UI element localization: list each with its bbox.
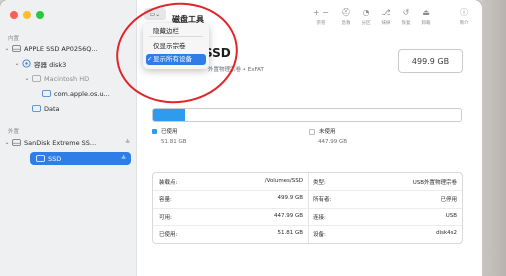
zoom-window-button[interactable] (36, 11, 44, 19)
table-row: 装载点: /Volumes/SSD 类型: USB外置物理宗卷 (153, 173, 462, 190)
sidebar-item-label: 容器 disk3 (34, 60, 67, 69)
drive-icon (11, 139, 21, 147)
legend-used-label: 已使用 (161, 129, 178, 135)
sidebar-item-macintosh-hd[interactable]: ⌄ Macintosh HD (0, 72, 160, 85)
toolbar-button-label: 简介 (459, 21, 469, 26)
info-table: 装载点: /Volumes/SSD 类型: USB外置物理宗卷 容量: 499.… (152, 172, 463, 244)
info-icon: ⓘ (460, 8, 468, 17)
sidebar-item-container-disk3[interactable]: ⌄ 容器 disk3 (0, 57, 150, 70)
menu-item-show-only-volumes[interactable]: 仅显示宗卷 (146, 41, 206, 52)
table-row: 已使用: 51.81 GB 设备: disk4s2 (153, 225, 462, 242)
disk-utility-window: 内置 ⌄ APPLE SSD AP0256Q... ⌄ 容器 disk3 ⌄ M… (0, 0, 482, 276)
chevron-down-icon[interactable]: ⌄ (24, 75, 30, 82)
info-value: 499.9 GB (277, 195, 303, 201)
info-value: USB外置物理宗卷 (412, 180, 457, 186)
sidebar-item-data[interactable]: Data (0, 102, 166, 115)
partition-button[interactable]: ◔ 分区 (356, 8, 376, 26)
sidebar-item-ssd[interactable]: SSD ≜ (30, 152, 131, 165)
toolbar-button-label: 恢复 (401, 21, 411, 26)
view-options-button[interactable]: ▭⌄ (144, 8, 166, 20)
add-remove-icon: + − (313, 8, 329, 17)
sidebar-toggle-icon: ▭⌄ (149, 10, 161, 18)
volume-icon (41, 90, 51, 98)
sidebar-item-label: APPLE SSD AP0256Q... (24, 44, 98, 53)
info-value: 已停用 (440, 197, 457, 203)
window-controls (10, 11, 44, 19)
desktop-background (482, 0, 506, 276)
volume-icon (35, 155, 45, 163)
toolbar-button-label: 抹掉 (381, 21, 391, 26)
legend-free-value: 447.99 GB (318, 139, 348, 145)
legend-used-value: 51.81 GB (161, 139, 187, 145)
sidebar: 内置 ⌄ APPLE SSD AP0256Q... ⌄ 容器 disk3 ⌄ M… (0, 0, 137, 276)
toolbar-button-label: 卸载 (421, 21, 431, 26)
sidebar-item-label: com.apple.os.u... (54, 89, 110, 98)
info-value: /Volumes/SSD (264, 178, 303, 184)
chevron-down-icon[interactable]: ⌄ (4, 139, 10, 146)
restore-button[interactable]: ↺ 恢复 (396, 8, 416, 26)
usage-bar-used (153, 109, 186, 121)
first-aid-button[interactable]: ⛑ 急救 (336, 8, 356, 26)
unmount-icon: ⏏ (422, 8, 430, 17)
minimize-window-button[interactable] (23, 11, 31, 19)
volume-button[interactable]: + − 宗卷 (311, 8, 331, 26)
info-value: 447.99 GB (273, 213, 303, 219)
info-value: USB (445, 213, 457, 219)
chevron-down-icon[interactable]: ⌄ (4, 45, 10, 52)
close-window-button[interactable] (10, 11, 18, 19)
volume-subtitle: 外置物理宗卷 • ExFAT (208, 67, 264, 73)
first-aid-icon: ⛑ (340, 8, 352, 17)
sidebar-section-internal: 内置 (8, 36, 20, 42)
used-swatch (152, 129, 157, 134)
toolbar-button-label: 急救 (341, 21, 351, 26)
checkmark-icon: ✓ (147, 55, 153, 63)
eject-icon[interactable]: ≜ (125, 139, 130, 146)
volume-capacity: 499.9 GB (398, 49, 463, 73)
sidebar-section-external: 外置 (8, 129, 20, 135)
volume-icon (31, 105, 41, 113)
table-row: 容量: 499.9 GB 所有者: 已停用 (153, 190, 462, 207)
legend-free: 未使用 447.99 GB (309, 127, 347, 145)
table-row: 可用: 447.99 GB 连接: USB (153, 208, 462, 225)
free-swatch (309, 128, 315, 135)
info-value: 51.81 GB (277, 230, 303, 236)
partition-icon: ◔ (362, 8, 370, 17)
toolbar-button-label: 分区 (361, 21, 371, 26)
menu-item-label: 显示所有设备 (153, 55, 192, 63)
sidebar-item-apple-ssd[interactable]: ⌄ APPLE SSD AP0256Q... (0, 42, 140, 55)
restore-icon: ↺ (402, 8, 410, 17)
info-button[interactable]: ⓘ 简介 (454, 8, 474, 26)
erase-button[interactable]: ⎇ 抹掉 (376, 8, 396, 26)
chevron-down-icon[interactable]: ⌄ (14, 60, 20, 67)
unmount-button[interactable]: ⏏ 卸载 (416, 8, 436, 26)
eject-icon[interactable]: ≜ (121, 155, 126, 162)
sidebar-item-label: SSD (48, 154, 62, 163)
container-icon (21, 59, 31, 68)
menu-item-show-all-devices[interactable]: ✓ 显示所有设备 (146, 54, 206, 65)
legend-free-label: 未使用 (319, 129, 336, 135)
drive-icon (11, 45, 21, 53)
toolbar-button-label: 宗卷 (316, 21, 326, 26)
volume-icon (31, 75, 41, 83)
info-value: disk4s2 (436, 230, 457, 236)
legend-used: 已使用 51.81 GB (152, 127, 187, 145)
erase-icon: ⎇ (381, 8, 391, 17)
sidebar-item-label: Data (44, 104, 60, 113)
view-dropdown-menu: 隐藏边栏 仅显示宗卷 ✓ 显示所有设备 (143, 23, 209, 69)
sidebar-item-label: Macintosh HD (44, 74, 90, 83)
sidebar-item-com-apple-os-update[interactable]: com.apple.os.u... (0, 87, 176, 100)
sidebar-item-label: SanDisk Extreme SS... (24, 138, 97, 147)
menu-separator (149, 36, 203, 37)
usage-bar (152, 108, 462, 122)
sidebar-item-sandisk[interactable]: ⌄ SanDisk Extreme SS... ≜ (0, 136, 140, 149)
